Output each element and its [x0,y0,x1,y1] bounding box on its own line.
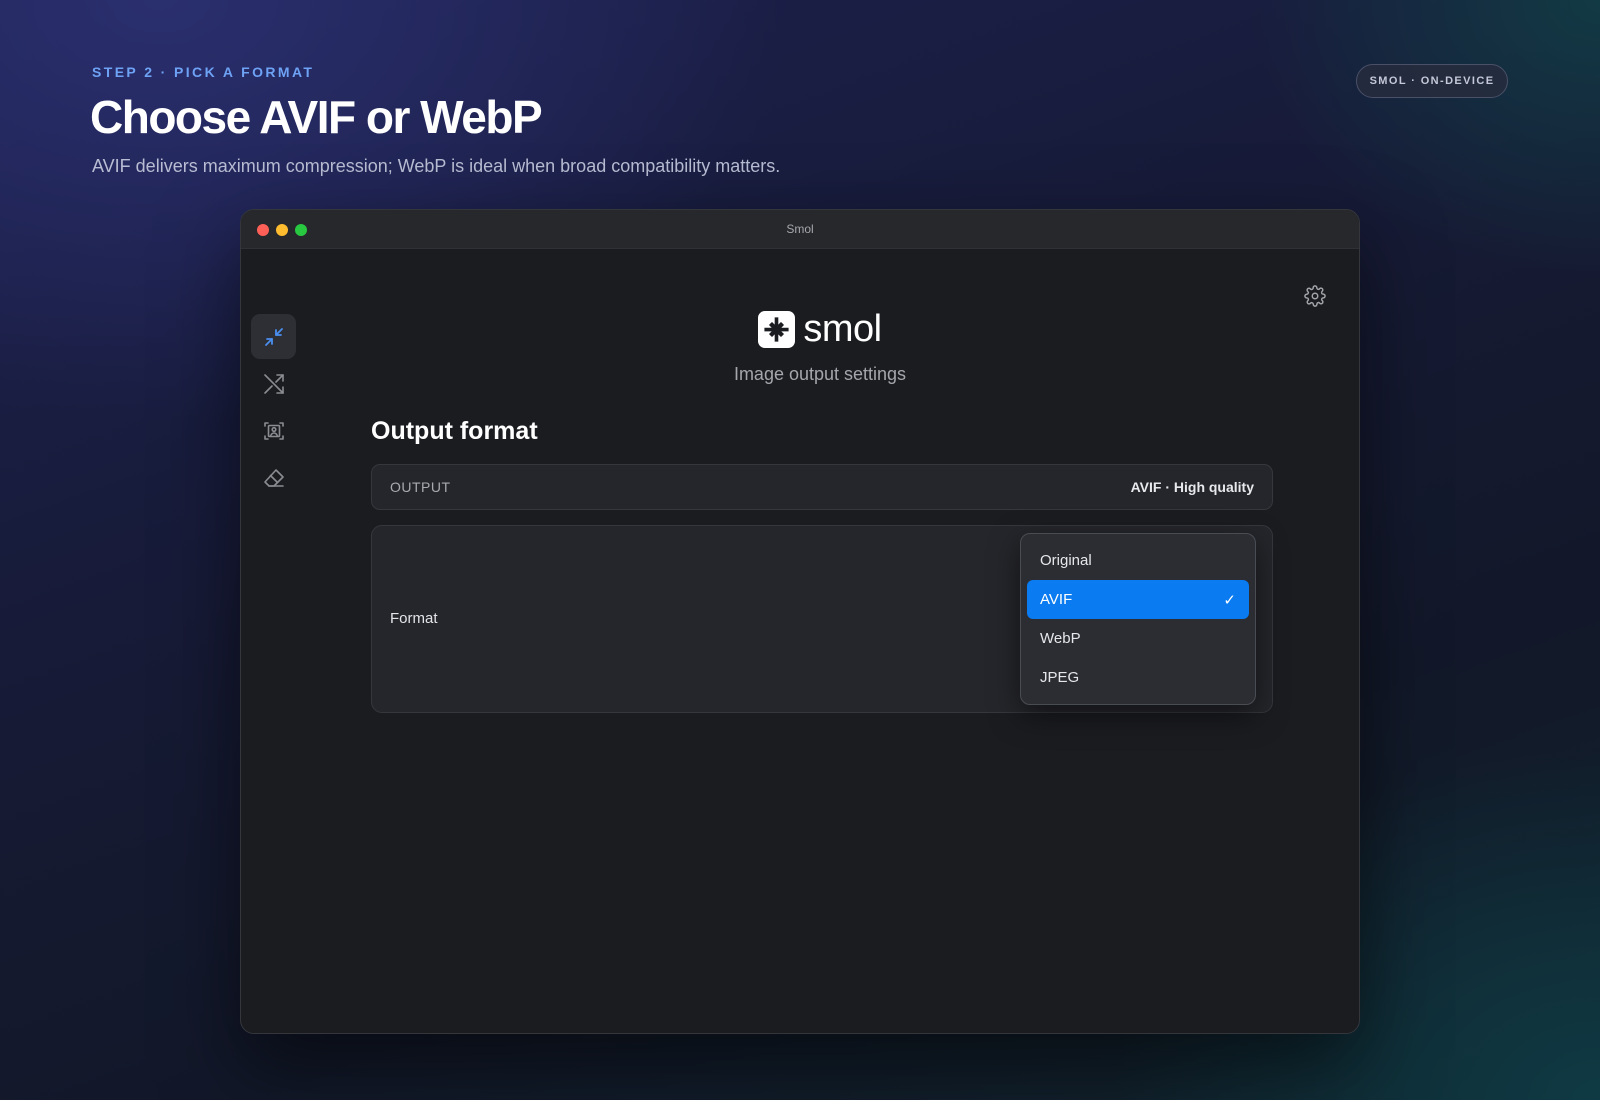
product-badge: SMOL · ON-DEVICE [1356,64,1508,98]
option-label: WebP [1040,630,1081,647]
brand-name: smol [803,308,882,350]
hero-subtitle: AVIF delivers maximum compression; WebP … [92,156,781,176]
logo-icon [758,311,796,348]
output-label: OUTPUT [390,479,451,495]
checkmark-icon: ✓ [1223,591,1236,609]
section-title: Output format [371,417,538,445]
brand: smol [241,308,1359,351]
step-eyebrow: STEP 2 · PICK A FORMAT [92,64,315,80]
image-scan-icon [263,421,284,440]
eraser-icon [263,468,284,487]
option-label: Original [1040,552,1092,569]
format-card: Format Original AVIF ✓ WebP JPEG [371,525,1273,713]
option-label: AVIF [1040,591,1073,608]
format-label: Format [390,610,438,627]
output-value: AVIF · High quality [1130,479,1254,495]
gear-icon [1304,285,1326,307]
app-window: Smol smol Image output settings Output f… [240,209,1360,1034]
sidebar-item-image[interactable] [251,408,296,453]
window-title: Smol [786,222,814,236]
settings-button[interactable] [1303,284,1327,308]
sidebar-item-erase[interactable] [251,455,296,500]
option-label: JPEG [1040,669,1080,686]
format-option-original[interactable]: Original [1027,541,1249,580]
title-bar: Smol [241,210,1359,249]
format-option-webp[interactable]: WebP [1027,619,1249,658]
app-subtitle: Image output settings [733,364,907,384]
output-summary-row: OUTPUT AVIF · High quality [371,464,1273,510]
format-option-avif[interactable]: AVIF ✓ [1027,580,1249,619]
hero-title: Choose AVIF or WebP [90,91,543,143]
format-dropdown-menu[interactable]: Original AVIF ✓ WebP JPEG [1020,533,1256,705]
format-option-jpeg[interactable]: JPEG [1027,658,1249,697]
